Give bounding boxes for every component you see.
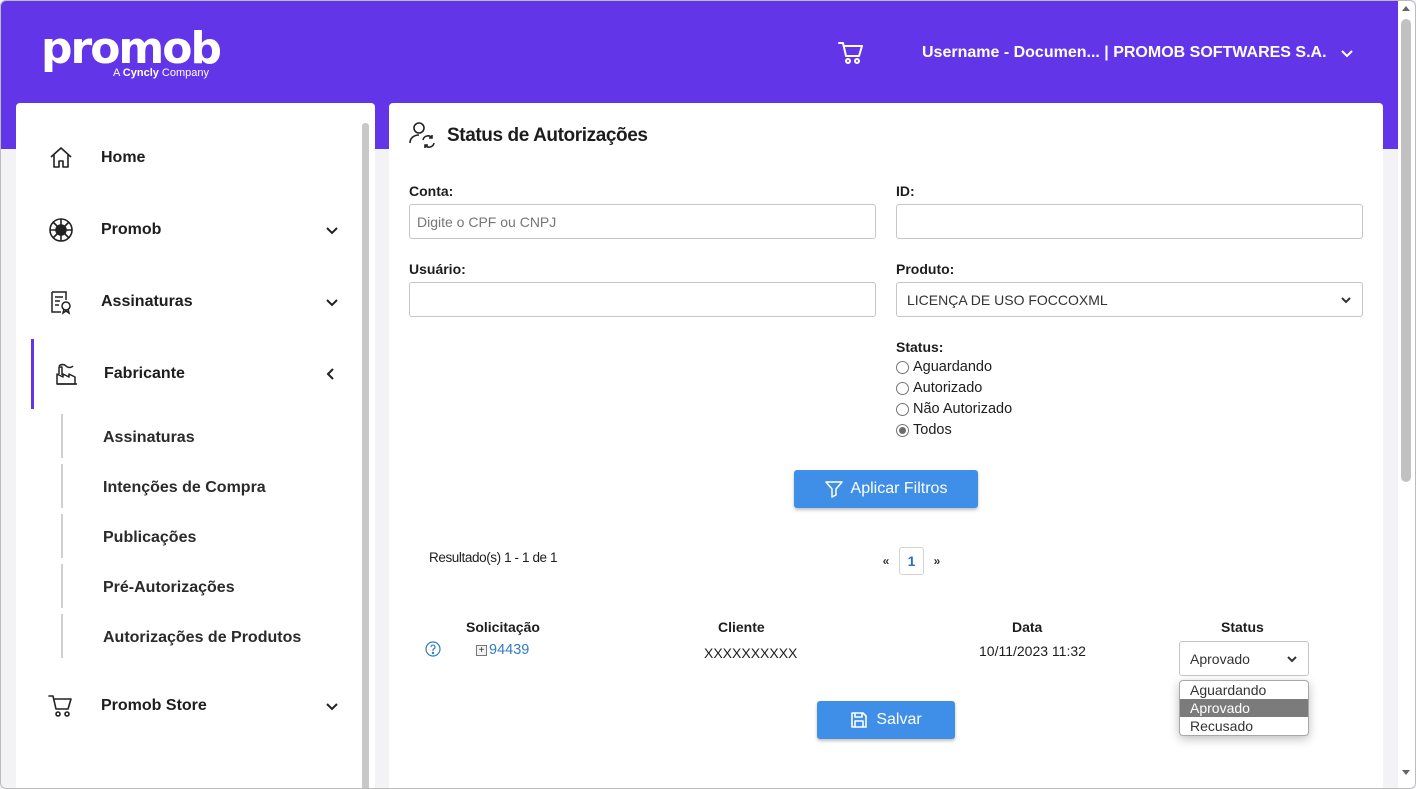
submenu-line bbox=[61, 414, 63, 458]
usuario-input[interactable] bbox=[409, 282, 876, 317]
sidebar-item-promob-store[interactable]: Promob Store bbox=[16, 681, 356, 731]
cart-icon[interactable] bbox=[837, 39, 865, 67]
radio-label: Não Autorizado bbox=[913, 401, 1013, 417]
dropdown-option-aguardando[interactable]: Aguardando bbox=[1180, 681, 1308, 699]
radio-circle[interactable] bbox=[896, 360, 909, 374]
apply-filters-button[interactable]: Aplicar Filtros bbox=[794, 470, 978, 508]
filter-icon bbox=[824, 481, 843, 498]
sidebar-item-label: Promob bbox=[101, 221, 162, 238]
certificate-icon bbox=[51, 291, 71, 315]
submenu-item-assinaturas[interactable]: Assinaturas bbox=[103, 429, 195, 447]
column-header-status: Status bbox=[1221, 619, 1264, 635]
status-radio-nao-autorizado[interactable]: Não Autorizado bbox=[896, 401, 1012, 417]
sidebar-item-label: Promob Store bbox=[101, 697, 207, 714]
page-header: Status de Autorizações bbox=[409, 121, 648, 151]
chevron-down-icon bbox=[326, 703, 338, 711]
chevron-down-icon bbox=[326, 299, 338, 307]
status-label: Status: bbox=[896, 339, 944, 355]
results-count: Resultado(s) 1 - 1 de 1 bbox=[429, 550, 558, 565]
request-number[interactable]: 94439 bbox=[489, 642, 529, 658]
chevron-down-icon bbox=[326, 227, 338, 235]
scroll-down-icon[interactable] bbox=[1401, 767, 1411, 777]
radio-label: Aguardando bbox=[913, 359, 993, 375]
scrollbar-thumb[interactable] bbox=[1401, 19, 1411, 482]
submenu-item-publicacoes[interactable]: Publicações bbox=[103, 529, 196, 547]
pagination: « 1 » bbox=[879, 547, 944, 575]
submenu-item-intencoes-de-compra[interactable]: Intenções de Compra bbox=[103, 479, 266, 497]
user-menu[interactable]: Username - Documen... | PROMOB SOFTWARES… bbox=[922, 44, 1355, 62]
sidebar-scrollbar[interactable] bbox=[362, 123, 369, 788]
user-sync-icon bbox=[409, 122, 435, 148]
pagination-next[interactable]: » bbox=[930, 554, 944, 568]
sidebar-item-assinaturas[interactable]: Assinaturas bbox=[16, 277, 356, 327]
radio-label: Todos bbox=[913, 422, 952, 438]
id-input[interactable] bbox=[896, 204, 1363, 239]
usuario-label: Usuário: bbox=[409, 261, 466, 277]
pagination-prev[interactable]: « bbox=[879, 554, 893, 568]
status-radio-todos[interactable]: Todos bbox=[896, 422, 952, 438]
produto-selected-value: LICENÇA DE USO FOCCOXML bbox=[907, 291, 1108, 308]
sidebar-item-label: Home bbox=[101, 149, 146, 166]
chevron-left-icon bbox=[326, 368, 334, 380]
cart-icon bbox=[48, 695, 72, 717]
submenu-line bbox=[61, 564, 63, 608]
promob-logo[interactable]: promob A Cyncly Company bbox=[41, 23, 222, 80]
status-select[interactable]: Aprovado bbox=[1179, 641, 1309, 676]
column-header-cliente: Cliente bbox=[718, 619, 765, 635]
help-icon[interactable] bbox=[425, 641, 441, 657]
expand-icon[interactable]: + bbox=[476, 644, 487, 656]
dropdown-option-recusado[interactable]: Recusado bbox=[1180, 717, 1308, 735]
chevron-down-icon bbox=[1340, 50, 1353, 58]
radio-circle[interactable] bbox=[896, 402, 909, 416]
app-window: promob A Cyncly Company Username - Docum… bbox=[0, 0, 1416, 789]
logo-text: promob bbox=[41, 23, 222, 74]
apply-filters-label: Aplicar Filtros bbox=[850, 480, 948, 497]
status-radio-aguardando[interactable]: Aguardando bbox=[896, 359, 992, 375]
promob-icon bbox=[49, 218, 73, 242]
status-radio-autorizado[interactable]: Autorizado bbox=[896, 380, 982, 396]
sidebar-item-promob[interactable]: Promob bbox=[16, 205, 356, 255]
sidebar-item-label: Fabricante bbox=[104, 365, 185, 382]
page-scrollbar[interactable] bbox=[1398, 1, 1415, 788]
column-header-solicitacao: Solicitação bbox=[466, 619, 540, 635]
chevron-down-icon bbox=[1341, 296, 1351, 303]
submenu-item-pre-autorizacoes[interactable]: Pré-Autorizações bbox=[103, 579, 235, 597]
sidebar-item-label: Assinaturas bbox=[101, 293, 193, 310]
submenu-item-autorizacoes-de-produtos[interactable]: Autorizações de Produtos bbox=[103, 629, 301, 647]
produto-label: Produto: bbox=[896, 261, 955, 277]
sidebar: Home Promob Assinaturas Fabricante Assin… bbox=[16, 103, 375, 788]
submenu-line bbox=[61, 514, 63, 558]
submenu-line bbox=[61, 464, 63, 508]
page-title: Status de Autorizações bbox=[447, 125, 648, 146]
conta-label: Conta: bbox=[409, 183, 454, 199]
save-icon bbox=[851, 712, 868, 728]
dropdown-option-aprovado[interactable]: Aprovado bbox=[1180, 699, 1308, 717]
logo-subtitle: A Cyncly Company bbox=[113, 67, 210, 79]
client-cell: XXXXXXXXXX bbox=[704, 645, 798, 661]
request-link[interactable]: + 94439 bbox=[476, 642, 529, 658]
sidebar-item-home[interactable]: Home bbox=[16, 133, 356, 183]
id-label: ID: bbox=[896, 183, 915, 199]
submenu-line bbox=[61, 614, 63, 658]
date-cell: 10/11/2023 11:32 bbox=[979, 643, 1086, 659]
column-header-data: Data bbox=[1012, 619, 1043, 635]
radio-circle[interactable] bbox=[896, 423, 909, 437]
factory-icon bbox=[56, 363, 77, 385]
sidebar-item-fabricante[interactable]: Fabricante bbox=[31, 339, 356, 409]
radio-circle[interactable] bbox=[896, 381, 909, 395]
radio-label: Autorizado bbox=[913, 380, 983, 396]
home-icon bbox=[50, 147, 72, 168]
conta-input[interactable] bbox=[409, 204, 876, 239]
chevron-down-icon bbox=[1287, 655, 1297, 662]
save-button[interactable]: Salvar bbox=[817, 701, 955, 739]
user-label: Username - Documen... | PROMOB SOFTWARES… bbox=[922, 44, 1327, 61]
pagination-page-1[interactable]: 1 bbox=[899, 547, 924, 575]
produto-select[interactable]: LICENÇA DE USO FOCCOXML bbox=[896, 282, 1363, 317]
save-label: Salvar bbox=[876, 711, 922, 728]
status-dropdown-list: Aguardando Aprovado Recusado bbox=[1179, 680, 1309, 736]
status-selected-value: Aprovado bbox=[1190, 650, 1250, 667]
scroll-up-icon[interactable] bbox=[1401, 4, 1411, 14]
